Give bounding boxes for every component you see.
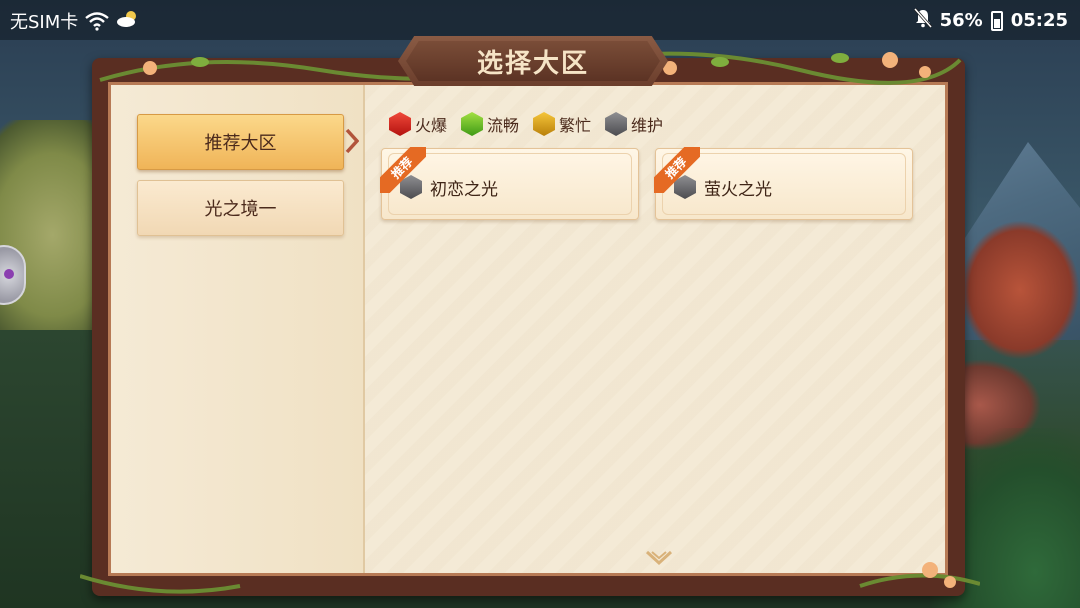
mute-bell-icon [913,8,932,33]
wifi-icon [84,11,110,31]
tab-selected-arrow-icon [345,128,359,154]
yellow-hex-icon [533,112,556,136]
weather-icon [116,10,140,33]
clock-time: 05:25 [1010,10,1068,31]
legend-hot: 火爆 [389,112,447,136]
legend-smooth: 流畅 [461,112,519,136]
gray-hex-icon [605,112,628,136]
tab-recommended-region[interactable]: 推荐大区 [137,114,344,170]
battery-percent: 56% [939,10,983,31]
legend-maintenance: 维护 [605,112,663,136]
recommend-badge: 推荐 [380,147,426,193]
status-legend: 火爆 流畅 繁忙 维护 [389,112,663,136]
dialog-title-plate: 选择大区 [398,36,668,86]
server-card[interactable]: 萤火之光 推荐 [654,147,913,220]
background-tree [960,220,1080,360]
battery-icon [990,10,1003,31]
red-hex-icon [389,112,411,136]
server-name: 初恋之光 [430,180,498,200]
carrier-text: 无SIM卡 [10,12,79,33]
green-hex-icon [461,112,484,136]
float-dot-icon [4,269,14,279]
tab-region-guangzhijing-1[interactable]: 光之境一 [137,180,344,236]
legend-busy: 繁忙 [533,112,591,136]
server-name: 萤火之光 [704,180,772,200]
scroll-down-chevron-icon[interactable] [645,550,673,566]
dialog-title: 选择大区 [476,48,589,79]
recommend-badge: 推荐 [654,147,700,193]
status-bar: 无SIM卡 56% 05:25 [0,0,1080,40]
server-card[interactable]: 初恋之光 推荐 [380,147,639,220]
